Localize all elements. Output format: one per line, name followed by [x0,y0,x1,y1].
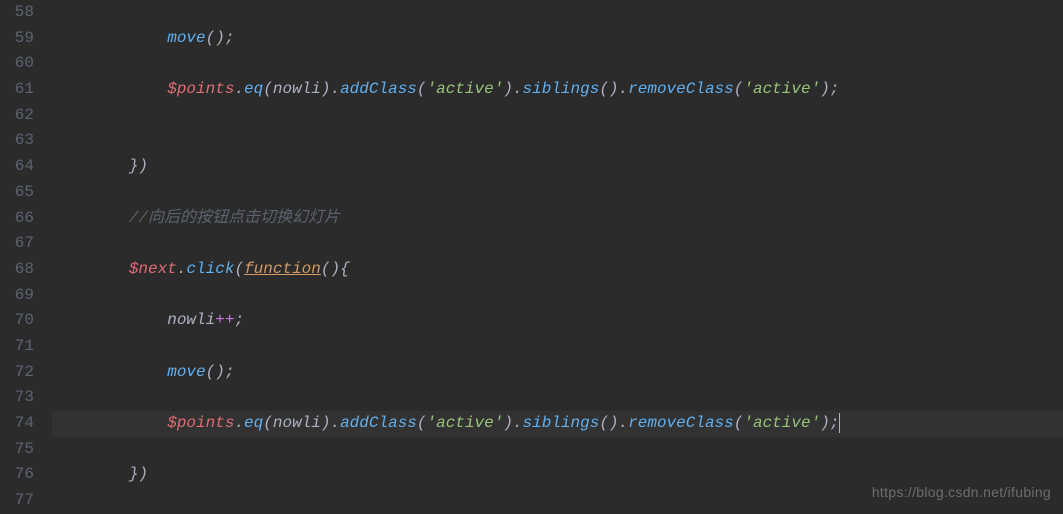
line-number: 62 [0,103,34,129]
line-number: 59 [0,26,34,52]
token-call: siblings [523,80,600,98]
token-punc: (); [206,29,235,47]
token-str: 'active' [427,414,504,432]
line-number-gutter: 5859606162636465666768697071727374757677 [0,0,44,514]
token-punc: }) [129,465,148,483]
code-line[interactable] [52,180,1063,206]
code-line[interactable] [52,0,1063,26]
token-op: ++ [215,311,234,329]
token-str: 'active' [427,80,504,98]
token-call: click [186,260,234,278]
token-punc: }) [129,157,148,175]
token-ident: nowli [167,311,215,329]
token-punc: (). [599,80,628,98]
token-punc: . [234,80,244,98]
token-call: removeClass [628,80,734,98]
token-punc: ); [820,414,839,432]
code-line[interactable]: $points.eq(nowli).addClass('active').sib… [52,411,1063,437]
token-call: addClass [340,80,417,98]
token-punc: (); [206,363,235,381]
token-call: move [167,363,205,381]
token-punc: ( [734,414,744,432]
token-var: $points [167,80,234,98]
token-punc: ( [263,414,273,432]
line-number: 77 [0,488,34,514]
code-line[interactable]: //向后的按钮点击切换幻灯片 [52,206,1063,232]
token-call: siblings [523,414,600,432]
token-call: addClass [340,414,417,432]
code-line[interactable]: move(); [52,360,1063,386]
token-var: $next [129,260,177,278]
code-line[interactable] [52,103,1063,129]
token-punc: ( [734,80,744,98]
line-number: 69 [0,283,34,309]
line-number: 67 [0,231,34,257]
token-param: function [244,260,321,278]
token-punc: ). [321,414,340,432]
code-area[interactable]: move(); $points.eq(nowli).addClass('acti… [44,0,1063,514]
code-editor[interactable]: 5859606162636465666768697071727374757677… [0,0,1063,514]
code-line[interactable]: $points.eq(nowli).addClass('active').sib… [52,77,1063,103]
code-line[interactable] [52,128,1063,154]
token-str: 'active' [743,414,820,432]
token-cmt: //向后的按钮点击切换幻灯片 [129,209,340,227]
watermark-text: https://blog.csdn.net/ifubing [872,480,1051,506]
token-punc: (){ [321,260,350,278]
code-line[interactable] [52,437,1063,463]
token-call: eq [244,80,263,98]
token-punc: ); [820,80,839,98]
line-number: 73 [0,385,34,411]
line-number: 61 [0,77,34,103]
code-line[interactable] [52,231,1063,257]
line-number: 70 [0,308,34,334]
code-line[interactable] [52,283,1063,309]
code-line[interactable] [52,51,1063,77]
code-line[interactable]: nowli++; [52,308,1063,334]
line-number: 76 [0,462,34,488]
token-punc: ). [503,80,522,98]
line-number: 74 [0,411,34,437]
code-line[interactable]: }) [52,154,1063,180]
token-punc: ). [321,80,340,98]
token-call: eq [244,414,263,432]
code-line[interactable] [52,334,1063,360]
token-punc: ). [503,414,522,432]
line-number: 71 [0,334,34,360]
token-punc: ( [234,260,244,278]
line-number: 68 [0,257,34,283]
token-punc: ( [263,80,273,98]
line-number: 72 [0,360,34,386]
token-str: 'active' [743,80,820,98]
code-line[interactable] [52,385,1063,411]
code-line[interactable]: move(); [52,26,1063,52]
line-number: 65 [0,180,34,206]
token-punc: ( [417,414,427,432]
token-call: removeClass [628,414,734,432]
token-ident: nowli [273,414,321,432]
code-line[interactable]: $next.click(function(){ [52,257,1063,283]
line-number: 64 [0,154,34,180]
line-number: 75 [0,437,34,463]
line-number: 63 [0,128,34,154]
token-call: move [167,29,205,47]
token-punc: (). [599,414,628,432]
token-punc: . [177,260,187,278]
token-punc: . [234,414,244,432]
token-punc: ( [417,80,427,98]
token-var: $points [167,414,234,432]
line-number: 60 [0,51,34,77]
token-ident: nowli [273,80,321,98]
line-number: 58 [0,0,34,26]
token-punc: ; [234,311,244,329]
line-number: 66 [0,206,34,232]
